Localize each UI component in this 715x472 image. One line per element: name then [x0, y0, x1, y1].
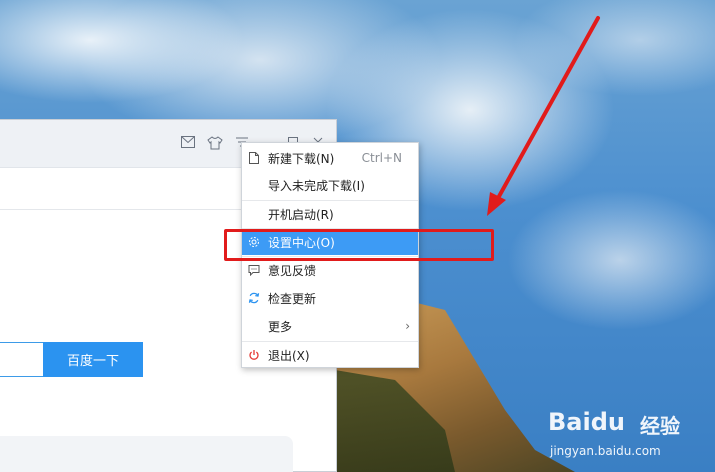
watermark-brand: Baidu	[548, 408, 625, 436]
watermark-product: 经验	[640, 414, 680, 438]
baidu-jingyan-watermark: Baidu 经验 jingyan.baidu.com	[548, 400, 713, 468]
watermark-url: jingyan.baidu.com	[550, 444, 661, 458]
